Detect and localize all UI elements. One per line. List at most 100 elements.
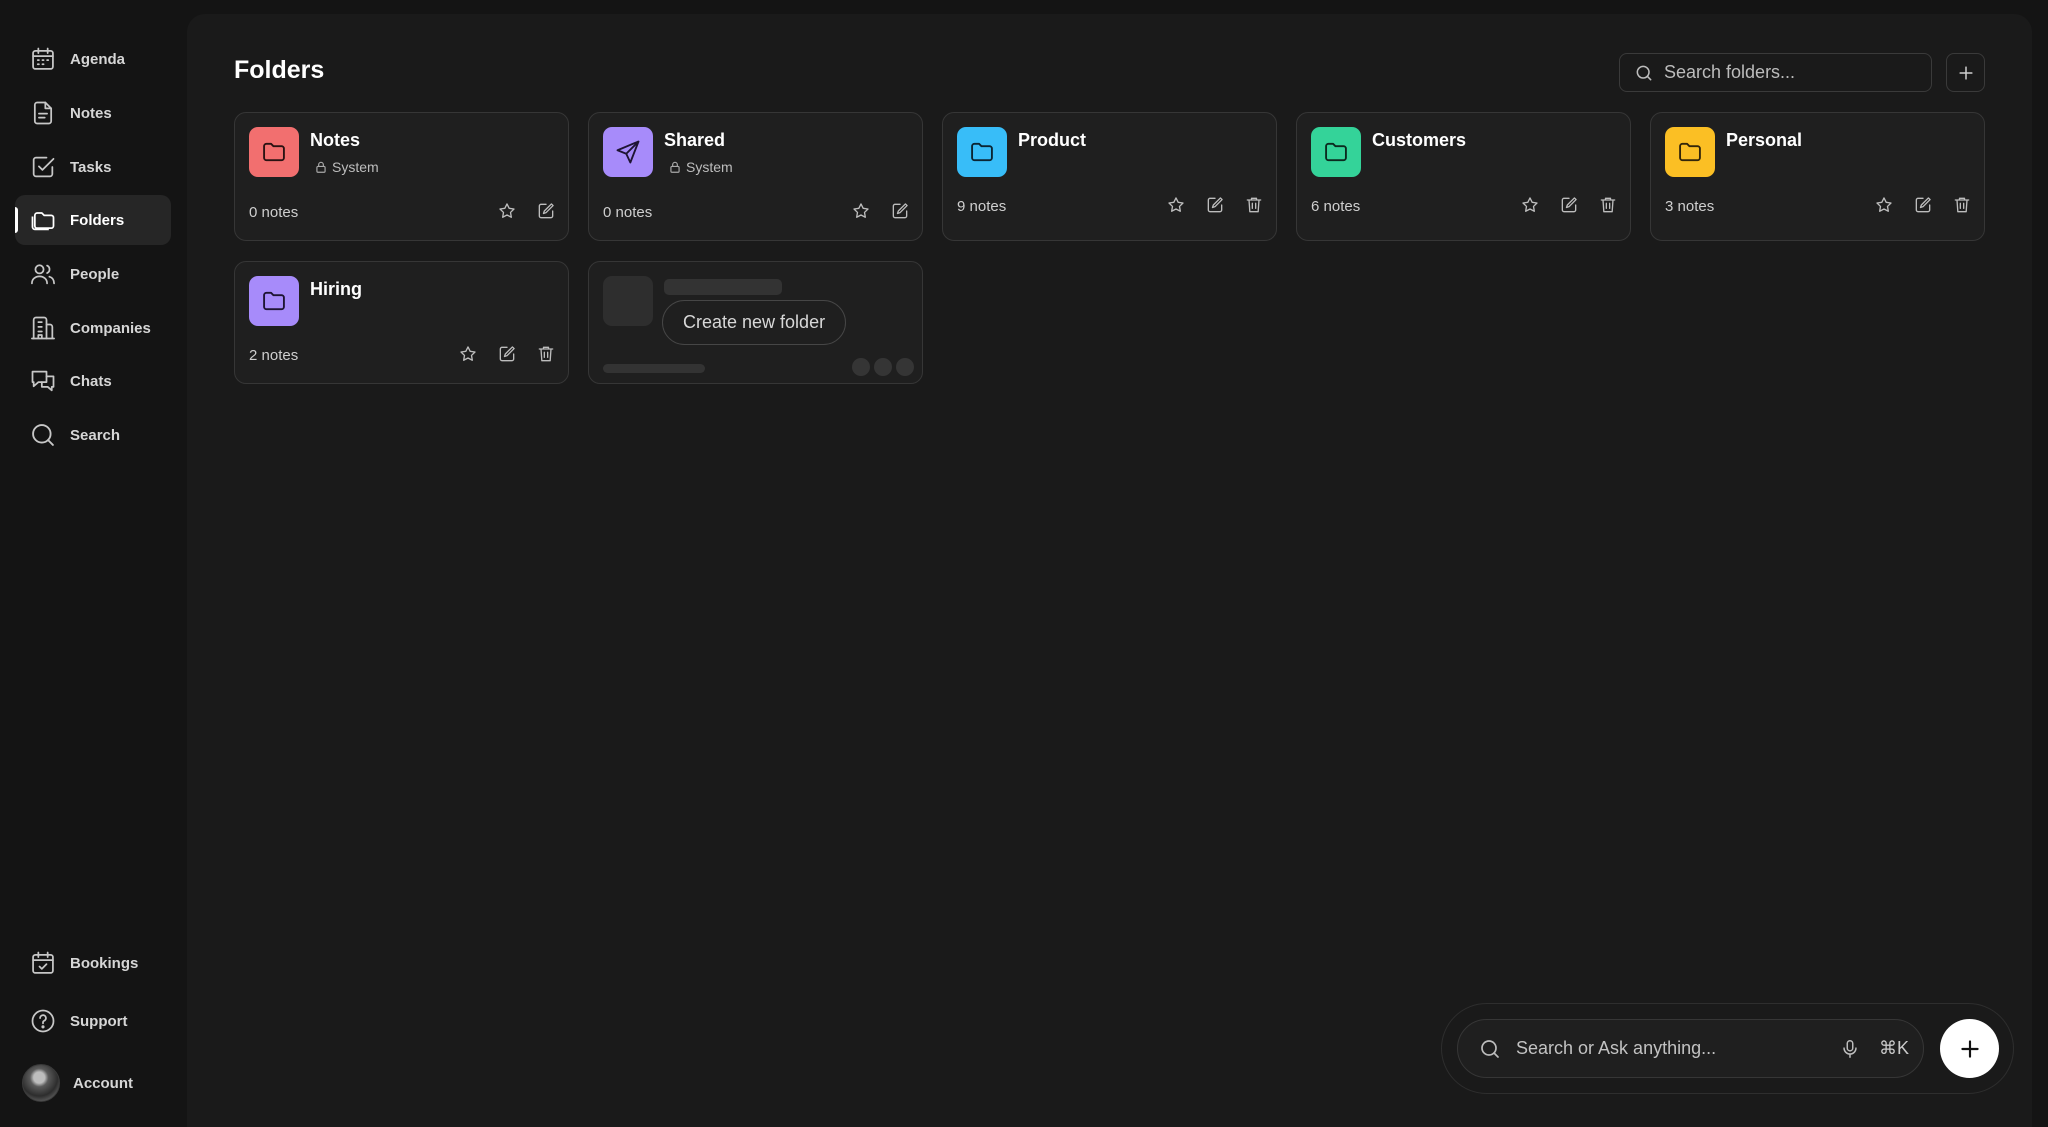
note-count: 6 notes <box>1311 198 1361 215</box>
folder-icon <box>968 138 996 166</box>
lock-icon <box>668 160 682 174</box>
main-panel: Folders Notes System 0 notes <box>187 14 2032 1127</box>
calendar-icon <box>29 45 57 73</box>
edit-icon[interactable] <box>495 342 519 366</box>
chat-icon <box>29 367 57 395</box>
folder-card-product[interactable]: Product 9 notes <box>942 112 1277 241</box>
edit-icon[interactable] <box>1557 193 1581 217</box>
star-icon[interactable] <box>1518 193 1542 217</box>
edit-icon[interactable] <box>534 199 558 223</box>
trash-icon[interactable] <box>534 342 558 366</box>
card-actions <box>1872 193 1974 217</box>
folder-name: Personal <box>1726 130 1803 150</box>
folder-card-customers[interactable]: Customers 6 notes <box>1296 112 1631 241</box>
folder-icon <box>1676 138 1704 166</box>
system-text: System <box>332 159 379 175</box>
sidebar-item-label: Folders <box>70 211 125 229</box>
system-text: System <box>686 159 733 175</box>
placeholder-dots <box>852 358 914 376</box>
mic-icon[interactable] <box>1839 1038 1861 1060</box>
ask-bar[interactable]: ⌘K <box>1457 1019 1924 1078</box>
new-item-button[interactable] <box>1940 1019 1999 1078</box>
placeholder-line <box>664 279 782 295</box>
star-icon[interactable] <box>456 342 480 366</box>
lock-icon <box>314 160 328 174</box>
note-count: 0 notes <box>249 204 299 221</box>
shortcut-hint: ⌘K <box>1878 1038 1909 1058</box>
sidebar-item-bookings[interactable]: Bookings <box>15 938 171 988</box>
folder-badge <box>957 127 1007 177</box>
ask-input[interactable] <box>1516 1038 1816 1059</box>
folder-name: Customers <box>1372 130 1467 150</box>
sidebar-item-chats[interactable]: Chats <box>15 356 171 406</box>
edit-icon[interactable] <box>1203 193 1227 217</box>
sidebar-item-label: Chats <box>70 372 112 390</box>
add-folder-button[interactable] <box>1946 53 1985 92</box>
folder-icon <box>260 287 288 315</box>
folder-card-shared[interactable]: Shared System 0 notes <box>588 112 923 241</box>
folder-icon <box>260 138 288 166</box>
star-icon[interactable] <box>1872 193 1896 217</box>
sidebar-item-folders[interactable]: Folders <box>15 195 171 245</box>
star-icon[interactable] <box>495 199 519 223</box>
trash-icon[interactable] <box>1950 193 1974 217</box>
edit-icon[interactable] <box>1911 193 1935 217</box>
sidebar-item-search[interactable]: Search <box>15 410 171 460</box>
sidebar-item-label: Agenda <box>70 50 126 68</box>
card-actions <box>849 199 912 223</box>
sidebar-item-agenda[interactable]: Agenda <box>15 34 171 84</box>
plus-icon <box>1957 1036 1983 1062</box>
edit-icon[interactable] <box>888 199 912 223</box>
document-icon <box>29 99 57 127</box>
folder-badge <box>1311 127 1361 177</box>
sidebar-item-tasks[interactable]: Tasks <box>15 142 171 192</box>
sidebar: Agenda Notes Tasks Folders People Compan… <box>0 0 186 1127</box>
page-title: Folders <box>234 56 325 84</box>
card-actions <box>1164 193 1266 217</box>
star-icon[interactable] <box>1164 193 1188 217</box>
sidebar-item-support[interactable]: Support <box>15 996 171 1046</box>
sidebar-item-label: Search <box>70 426 121 444</box>
system-label: System <box>310 159 379 175</box>
trash-icon[interactable] <box>1596 193 1620 217</box>
search-input[interactable] <box>1664 62 1924 83</box>
star-icon[interactable] <box>849 199 873 223</box>
sidebar-item-label: Bookings <box>70 954 139 972</box>
sidebar-item-label: Notes <box>70 104 112 122</box>
people-icon <box>29 260 57 288</box>
create-new-folder-button[interactable]: Create new folder <box>662 300 847 345</box>
search-icon <box>1478 1037 1502 1061</box>
create-folder-card[interactable]: Create new folder <box>588 261 923 384</box>
sidebar-item-notes[interactable]: Notes <box>15 88 171 138</box>
folder-card-hiring[interactable]: Hiring 2 notes <box>234 261 569 384</box>
folder-card-notes[interactable]: Notes System 0 notes <box>234 112 569 241</box>
folder-badge <box>603 127 653 177</box>
folder-name: Hiring <box>310 279 362 299</box>
sidebar-item-label: Support <box>70 1012 128 1030</box>
search-icon <box>1634 63 1654 83</box>
folder-badge <box>249 127 299 177</box>
trash-icon[interactable] <box>1242 193 1266 217</box>
help-icon <box>29 1007 57 1035</box>
send-icon <box>614 138 642 166</box>
sidebar-item-label: Account <box>73 1074 133 1092</box>
sidebar-item-account[interactable]: Account <box>15 1058 171 1108</box>
search-icon <box>29 421 57 449</box>
folder-badge <box>1665 127 1715 177</box>
card-actions <box>495 199 558 223</box>
folder-card-personal[interactable]: Personal 3 notes <box>1650 112 1985 241</box>
card-actions <box>1518 193 1620 217</box>
checkbox-icon <box>29 153 57 181</box>
folder-name: Product <box>1018 130 1087 150</box>
sidebar-item-companies[interactable]: Companies <box>15 303 171 353</box>
folder-name: Notes <box>310 130 361 150</box>
calendar-check-icon <box>29 949 57 977</box>
card-actions <box>456 342 558 366</box>
active-indicator <box>15 207 18 233</box>
folder-icon <box>1322 138 1350 166</box>
avatar <box>22 1064 60 1102</box>
folder-search[interactable] <box>1619 53 1932 92</box>
placeholder-badge <box>603 276 653 326</box>
sidebar-item-label: Tasks <box>70 158 112 176</box>
sidebar-item-people[interactable]: People <box>15 249 171 299</box>
